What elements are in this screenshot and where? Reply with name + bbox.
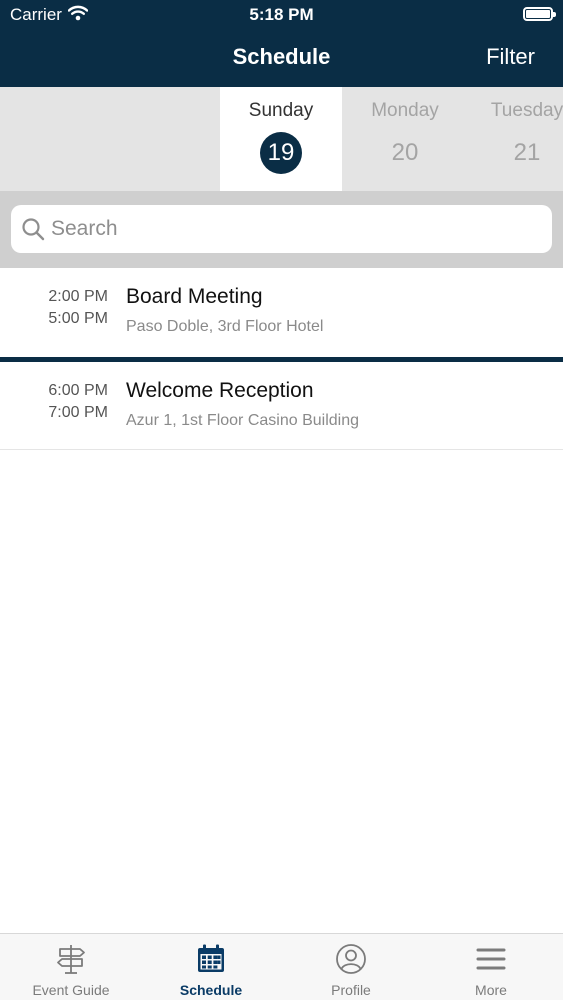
tab-event-guide[interactable]: Event Guide bbox=[1, 934, 141, 1000]
day-tuesday[interactable]: Tuesday 21 bbox=[466, 87, 563, 191]
day-monday[interactable]: Monday 20 bbox=[344, 87, 466, 191]
day-number: 20 bbox=[391, 139, 419, 166]
event-start-time: 2:00 PM bbox=[48, 288, 108, 305]
day-number: 19 bbox=[260, 132, 302, 174]
event-end-time: 5:00 PM bbox=[48, 310, 108, 327]
tab-more[interactable]: More bbox=[421, 934, 561, 1000]
search-input[interactable] bbox=[51, 213, 531, 245]
calendar-icon bbox=[198, 944, 224, 972]
profile-icon bbox=[336, 944, 366, 974]
event-start-time: 6:00 PM bbox=[48, 382, 108, 399]
battery-icon bbox=[523, 7, 556, 21]
menu-icon bbox=[476, 948, 506, 970]
tab-label: More bbox=[475, 982, 507, 998]
tab-schedule[interactable]: Schedule bbox=[141, 934, 281, 1000]
day-number: 21 bbox=[513, 139, 541, 166]
page-title: Schedule bbox=[232, 44, 331, 69]
navigation-bar: Schedule Filter bbox=[0, 30, 563, 87]
day-name: Monday bbox=[371, 100, 439, 121]
event-location: Paso Doble, 3rd Floor Hotel bbox=[126, 318, 324, 335]
tab-profile[interactable]: Profile bbox=[281, 934, 421, 1000]
status-bar: Carrier 5:18 PM bbox=[0, 0, 563, 30]
filter-button[interactable]: Filter bbox=[486, 44, 535, 70]
tab-bar: Event Guide Schedule Profile More bbox=[0, 933, 563, 1000]
status-time: 5:18 PM bbox=[249, 5, 314, 24]
day-name: Tuesday bbox=[490, 100, 563, 121]
tab-label: Profile bbox=[331, 982, 371, 998]
search-icon bbox=[22, 218, 45, 241]
day-selector: Sunday 19 Monday 20 Tuesday 21 bbox=[0, 87, 563, 191]
event-end-time: 7:00 PM bbox=[48, 404, 108, 421]
event-location: Azur 1, 1st Floor Casino Building bbox=[126, 412, 359, 429]
event-title: Welcome Reception bbox=[126, 379, 314, 402]
signpost-icon bbox=[57, 945, 85, 974]
search-bar-container bbox=[0, 191, 563, 268]
search-box bbox=[11, 205, 552, 253]
tab-label: Schedule bbox=[179, 982, 243, 998]
day-name: Sunday bbox=[248, 100, 314, 121]
event-row-board-meeting[interactable]: 2:00 PM 5:00 PM Board Meeting Paso Doble… bbox=[0, 268, 563, 357]
day-sunday[interactable]: Sunday 19 bbox=[220, 87, 342, 191]
event-row-welcome-reception[interactable]: 6:00 PM 7:00 PM Welcome Reception Azur 1… bbox=[0, 362, 563, 450]
tab-label: Event Guide bbox=[32, 982, 110, 998]
event-title: Board Meeting bbox=[126, 285, 263, 308]
